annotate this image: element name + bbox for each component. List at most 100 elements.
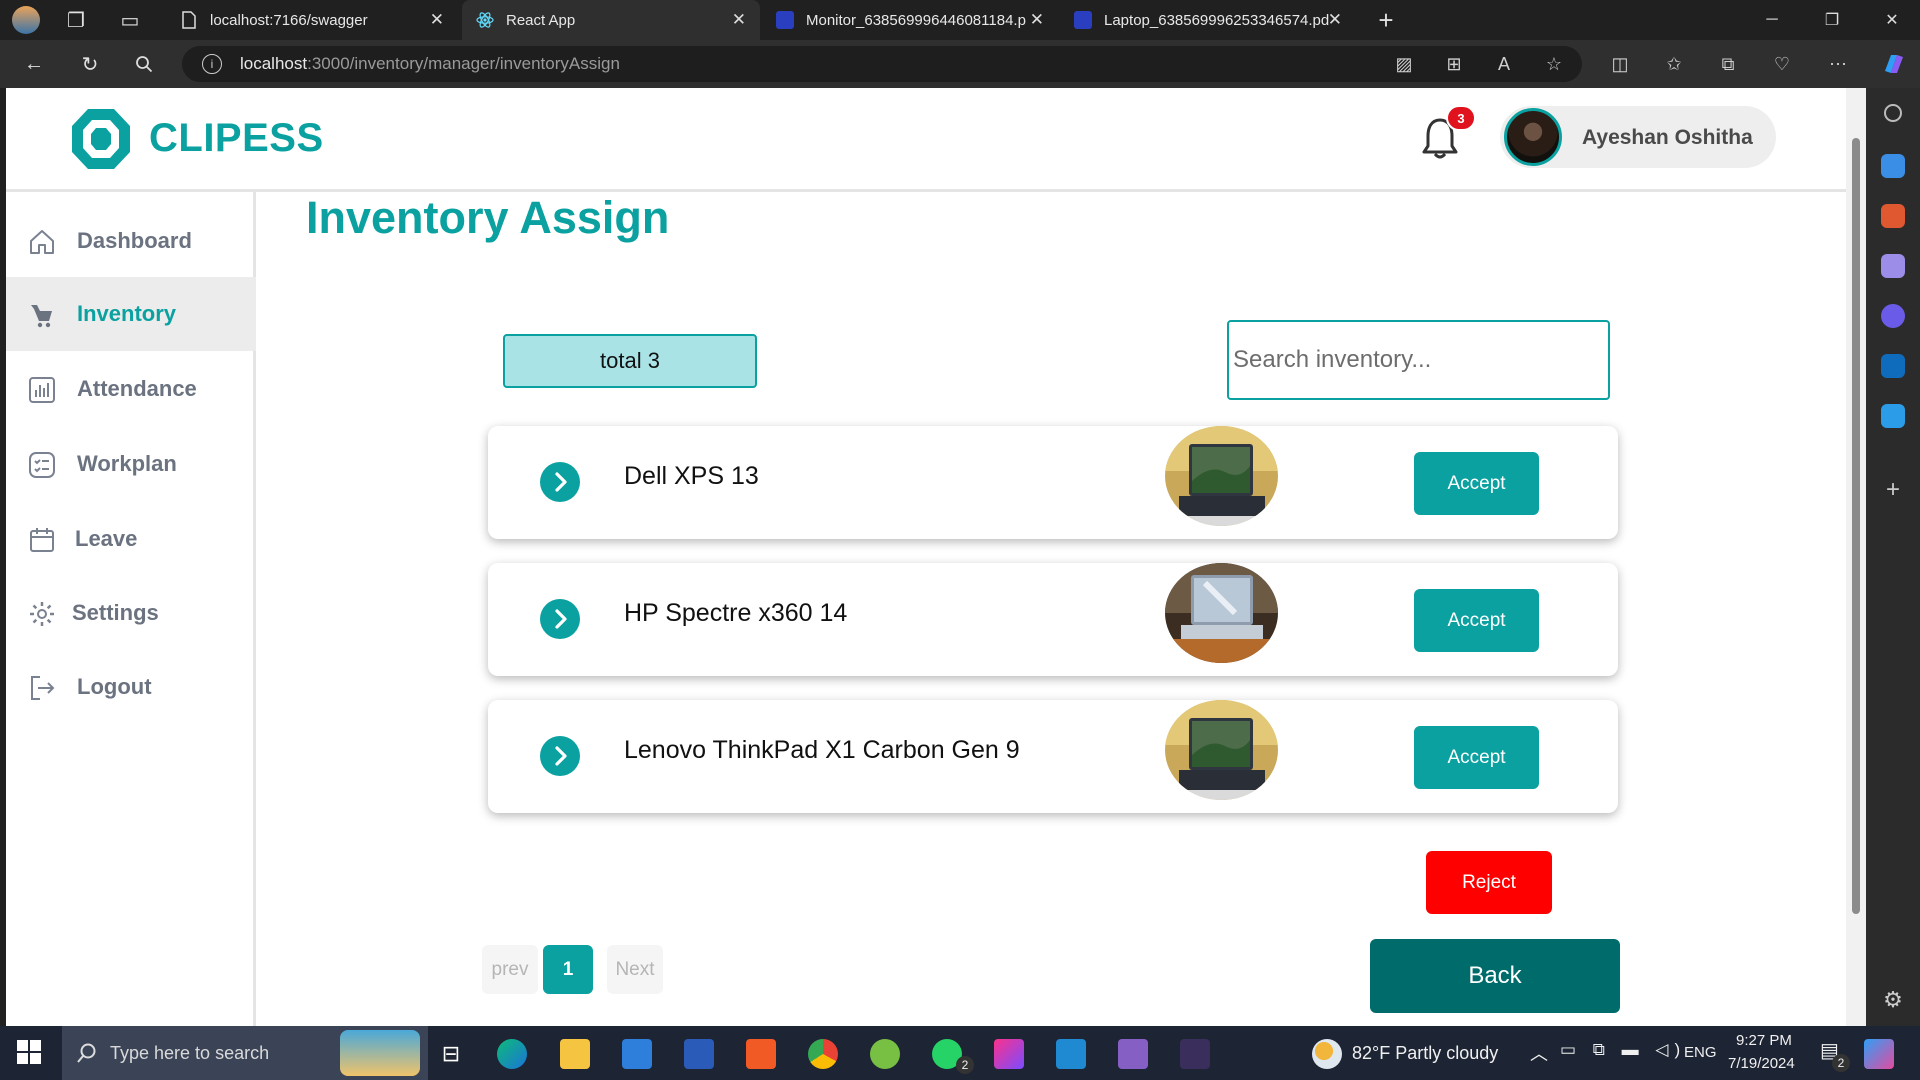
camera-off-icon[interactable]: ▨: [1390, 50, 1418, 78]
visual-studio-icon[interactable]: [1118, 1039, 1148, 1069]
sidebar-item-settings[interactable]: Settings: [6, 576, 256, 650]
tray-status-icons[interactable]: ▭ ⧉ ▬ ◁): [1560, 1040, 1686, 1060]
close-tab-icon[interactable]: ✕: [1328, 10, 1342, 30]
more-options-icon[interactable]: ⋯: [1824, 50, 1852, 78]
user-profile-button[interactable]: Ayeshan Oshitha: [1500, 106, 1776, 168]
edge-browser-icon[interactable]: [497, 1039, 527, 1069]
chrome-icon[interactable]: [808, 1039, 838, 1069]
sidebar-search-icon[interactable]: [1884, 104, 1902, 122]
app-header: CLIPESS 3 Ayeshan Oshitha: [6, 88, 1846, 192]
workspaces-icon[interactable]: ❐: [62, 6, 90, 34]
send-icon[interactable]: [1881, 404, 1905, 428]
language-indicator[interactable]: ENG: [1684, 1044, 1717, 1061]
notification-badge: 3: [1446, 105, 1476, 131]
close-window-icon[interactable]: ✕: [1862, 0, 1920, 40]
tools-icon[interactable]: [1881, 204, 1905, 228]
taskbar-search-field[interactable]: Type here to search: [62, 1026, 428, 1080]
tab-react-app[interactable]: React App ✕: [462, 0, 760, 40]
tab-laptop-pdf[interactable]: Laptop_638569996253346574.pd ✕: [1060, 0, 1356, 40]
notification-count-badge: 2: [1832, 1054, 1850, 1072]
add-icon[interactable]: +: [1881, 476, 1905, 503]
pagination-prev-button[interactable]: prev: [482, 945, 538, 994]
address-bar-row: ← ↻ i localhost:3000/inventory/manager/i…: [0, 40, 1920, 88]
logo-icon: [72, 109, 130, 169]
performance-icon[interactable]: ♡: [1768, 50, 1796, 78]
accept-button[interactable]: Accept: [1414, 589, 1539, 652]
windows-start-icon[interactable]: [16, 1039, 46, 1069]
tab-monitor-pdf[interactable]: Monitor_638569996446081184.p ✕: [762, 0, 1058, 40]
sidebar-item-inventory[interactable]: Inventory: [6, 277, 256, 351]
scrollbar[interactable]: [1846, 88, 1866, 1026]
accept-button[interactable]: Accept: [1414, 452, 1539, 515]
sidebar-item-workplan[interactable]: Workplan: [6, 427, 256, 501]
browser-tab-bar: ❐ ▭ localhost:7166/swagger ✕ React App ✕…: [0, 0, 1920, 40]
new-tab-icon[interactable]: +: [1372, 5, 1400, 35]
collections-icon[interactable]: ⧉: [1714, 50, 1742, 78]
clock-time[interactable]: 9:27 PM: [1736, 1032, 1792, 1049]
word-icon[interactable]: [684, 1039, 714, 1069]
search-icon[interactable]: [130, 50, 158, 78]
refresh-icon[interactable]: ↻: [76, 50, 104, 78]
inventory-card: Lenovo ThinkPad X1 Carbon Gen 9 Accept: [488, 700, 1618, 813]
chevron-right-icon[interactable]: [540, 736, 580, 776]
clock-date[interactable]: 7/19/2024: [1728, 1055, 1795, 1072]
profile-icon[interactable]: [12, 6, 40, 34]
tray-chevron-icon[interactable]: ︿: [1530, 1040, 1548, 1066]
copilot-sidebar-icon[interactable]: [1881, 304, 1905, 328]
back-button[interactable]: Back: [1370, 939, 1620, 1013]
web-page: CLIPESS 3 Ayeshan Oshitha Dashboard Inve…: [6, 88, 1846, 1026]
accept-button[interactable]: Accept: [1414, 726, 1539, 789]
vscode-icon[interactable]: [1056, 1039, 1086, 1069]
apps-icon[interactable]: ⊞: [1440, 50, 1468, 78]
brave-icon[interactable]: [746, 1039, 776, 1069]
favorites-icon[interactable]: ✩: [1660, 50, 1688, 78]
close-tab-icon[interactable]: ✕: [732, 10, 746, 30]
site-info-icon[interactable]: i: [202, 54, 222, 74]
weather-icon[interactable]: [1312, 1039, 1342, 1069]
windows-taskbar: Type here to search ⊟ 2 82°F Partly clou…: [0, 1026, 1920, 1080]
intellij-icon[interactable]: [994, 1039, 1024, 1069]
terminal-icon[interactable]: [1180, 1039, 1210, 1069]
pagination-page-button[interactable]: 1: [543, 945, 593, 994]
tab-swagger[interactable]: localhost:7166/swagger ✕: [166, 0, 458, 40]
sidebar-item-leave[interactable]: Leave: [6, 502, 256, 576]
chevron-right-icon[interactable]: [540, 462, 580, 502]
sidebar-item-logout[interactable]: Logout: [6, 650, 256, 724]
laptop-image: [1165, 563, 1278, 663]
minimize-icon[interactable]: ─: [1742, 0, 1802, 40]
utorrent-icon[interactable]: [870, 1039, 900, 1069]
copilot-icon[interactable]: [1880, 50, 1908, 78]
url-host: localhost: [240, 54, 308, 73]
page-title: Inventory Assign: [306, 192, 670, 243]
shopping-tag-icon[interactable]: [1881, 154, 1905, 178]
pagination-next-button[interactable]: Next: [607, 945, 663, 994]
copilot-taskbar-icon[interactable]: [1864, 1039, 1894, 1069]
weather-text[interactable]: 82°F Partly cloudy: [1352, 1043, 1498, 1064]
url-field[interactable]: i localhost:3000/inventory/manager/inven…: [182, 46, 1582, 82]
split-screen-icon[interactable]: ◫: [1606, 50, 1634, 78]
page-icon: [180, 11, 198, 29]
tab-actions-icon[interactable]: ▭: [116, 6, 144, 34]
file-explorer-icon[interactable]: [560, 1039, 590, 1069]
react-icon: [476, 11, 494, 29]
close-tab-icon[interactable]: ✕: [430, 10, 444, 30]
outlook-icon[interactable]: [1881, 354, 1905, 378]
sidebar-item-dashboard[interactable]: Dashboard: [6, 204, 256, 278]
inventory-card: Dell XPS 13 Accept: [488, 426, 1618, 539]
read-aloud-icon[interactable]: A: [1490, 50, 1518, 78]
back-arrow-icon[interactable]: ←: [20, 50, 48, 78]
search-input[interactable]: [1227, 320, 1610, 400]
mail-icon[interactable]: [622, 1039, 652, 1069]
sidebar-settings-icon[interactable]: ⚙: [1881, 987, 1905, 1012]
favorite-star-icon[interactable]: ☆: [1540, 50, 1568, 78]
sidebar-item-attendance[interactable]: Attendance: [6, 352, 256, 426]
reject-button[interactable]: Reject: [1426, 851, 1552, 914]
restore-icon[interactable]: ❐: [1802, 0, 1862, 40]
chevron-right-icon[interactable]: [540, 599, 580, 639]
home-icon: [30, 230, 54, 254]
scrollbar-thumb[interactable]: [1852, 138, 1860, 914]
games-icon[interactable]: [1881, 254, 1905, 278]
sidebar-item-label: Settings: [72, 600, 159, 625]
close-tab-icon[interactable]: ✕: [1030, 10, 1044, 30]
task-view-icon[interactable]: ⊟: [436, 1039, 466, 1069]
